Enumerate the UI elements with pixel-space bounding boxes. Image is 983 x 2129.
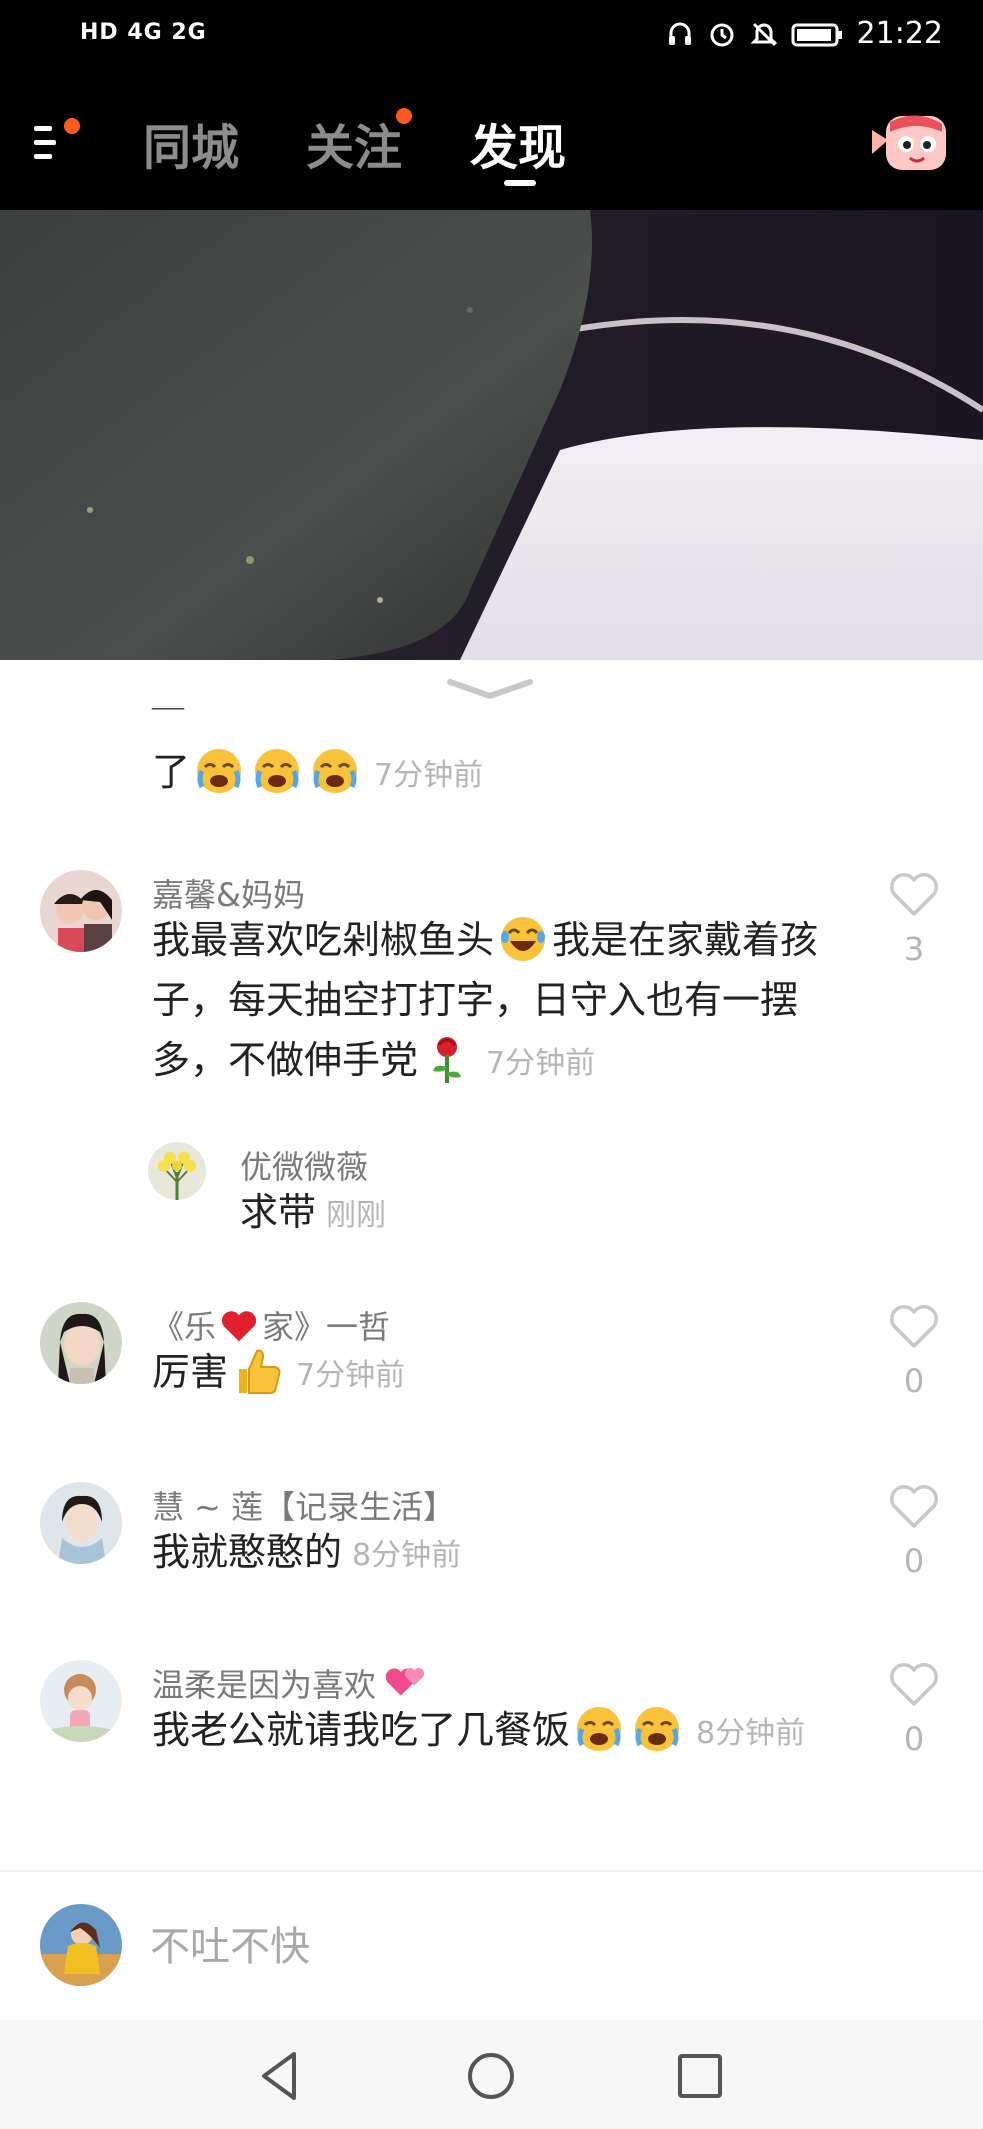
status-bar: HD 4G 2G 21:22	[0, 0, 983, 72]
comment-text: 我就憨憨的 8分钟前	[152, 1530, 462, 1574]
avatar[interactable]	[40, 1302, 122, 1384]
status-icons: 21:22	[665, 16, 943, 51]
comment-time: 7分钟前	[296, 1358, 406, 1393]
avatar[interactable]	[40, 1660, 122, 1742]
clock: 21:22	[856, 16, 943, 51]
top-nav: 同城 关注 发现	[0, 72, 983, 210]
cry-emoji	[573, 1703, 625, 1755]
comment-time: 8分钟前	[352, 1538, 462, 1573]
heart-emoji	[219, 1306, 259, 1346]
comment-text: 厉害 7分钟前	[152, 1342, 852, 1406]
tab-city[interactable]: 同城	[143, 108, 239, 178]
comment-text: 我最喜欢吃剁椒鱼头 我是在家戴着孩子，每天抽空打打字，日守入也有一摆多，不做伸手党…	[152, 910, 852, 1094]
home-icon[interactable]	[461, 2046, 521, 2106]
chevron-down-icon[interactable]	[440, 668, 540, 708]
avatar[interactable]	[40, 870, 122, 952]
mute-icon	[749, 19, 779, 49]
network-indicator: HD 4G 2G	[80, 20, 207, 45]
comment-text: 我老公就请我吃了几餐饭 8分钟前	[152, 1700, 852, 1764]
comment-time: 刚刚	[326, 1198, 387, 1233]
rose-emoji	[421, 1033, 473, 1085]
my-avatar[interactable]	[40, 1904, 122, 1986]
comment-time: 7分钟前	[486, 1046, 596, 1081]
like-count: 0	[903, 1362, 925, 1400]
like-count: 0	[903, 1542, 925, 1580]
comment-text: 求带 刚刚	[240, 1190, 387, 1234]
heart-outline-icon[interactable]	[888, 1660, 940, 1708]
active-tab-indicator	[504, 180, 536, 186]
avatar[interactable]	[40, 1482, 122, 1564]
laugh-emoji	[497, 913, 549, 965]
comment-time: 8分钟前	[696, 1716, 806, 1751]
cut-off-text: — · · · · · · ·	[150, 708, 850, 724]
recents-icon[interactable]	[670, 2046, 730, 2106]
heart-outline-icon[interactable]	[888, 870, 940, 918]
system-nav-bar	[0, 2020, 983, 2129]
video-player[interactable]	[0, 210, 983, 660]
tab-follow[interactable]: 关注	[306, 108, 402, 178]
comment-sheet: — · · · · · · · 了7分钟前 嘉馨&妈妈 我最喜欢吃剁椒鱼头我是在…	[0, 660, 983, 1870]
comment-text: 了 7分钟前	[152, 742, 852, 806]
like-count: 3	[903, 930, 925, 968]
tab-discover[interactable]: 发现	[470, 108, 566, 178]
thumbs-up-emoji	[231, 1345, 283, 1397]
follow-notification-dot	[396, 108, 412, 124]
menu-icon[interactable]	[28, 114, 84, 170]
back-icon[interactable]	[252, 2046, 312, 2106]
cry-emoji	[631, 1703, 683, 1755]
hearts-emoji	[384, 1660, 428, 1704]
battery-icon	[791, 19, 845, 49]
headset-icon	[665, 19, 695, 49]
cry-emoji	[251, 745, 303, 797]
notification-dot	[64, 118, 80, 134]
heart-outline-icon[interactable]	[888, 1302, 940, 1350]
comment-time: 7分钟前	[374, 758, 484, 793]
mascot-icon[interactable]	[870, 110, 950, 176]
heart-outline-icon[interactable]	[888, 1482, 940, 1530]
comment-input-bar	[0, 1870, 983, 2020]
like-count: 0	[903, 1720, 925, 1758]
alarm-icon	[707, 19, 737, 49]
comment-input[interactable]	[150, 1912, 930, 1982]
avatar[interactable]	[148, 1142, 206, 1200]
cry-emoji	[193, 745, 245, 797]
cry-emoji	[309, 745, 361, 797]
